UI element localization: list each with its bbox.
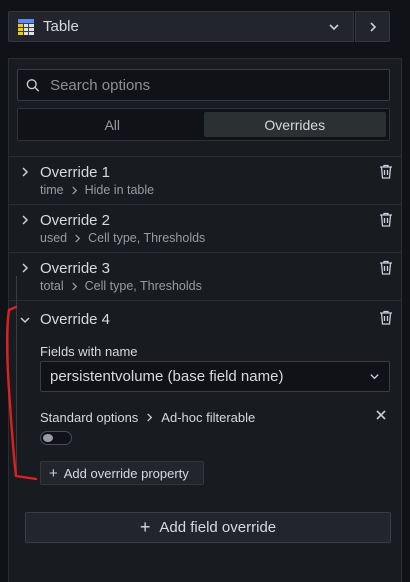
chevron-right-icon [369, 21, 376, 32]
override-property-label: Standard options Ad-hoc filterable [40, 410, 255, 425]
override-properties: Hide in table [84, 183, 155, 197]
visualization-label: Table [43, 18, 79, 35]
field-name-select[interactable]: persistentvolume (base field name) [40, 361, 390, 392]
override-title: Override 3 [40, 260, 111, 277]
add-override-property-button[interactable]: + Add override property [40, 461, 204, 485]
override-properties: Cell type, Thresholds [84, 279, 202, 293]
override-1-header[interactable]: Override 1 time Hide in table [9, 157, 401, 205]
search-options-field[interactable] [17, 69, 390, 101]
trash-icon[interactable] [379, 310, 393, 325]
override-3-header[interactable]: Override 3 total Cell type, Thresholds [9, 253, 401, 301]
chevron-right-icon [22, 167, 29, 177]
add-field-override-button[interactable]: + Add field override [25, 512, 391, 543]
trash-icon[interactable] [379, 212, 393, 227]
property-name: Ad-hoc filterable [161, 410, 256, 425]
override-field: used [40, 231, 68, 245]
options-tabs: All Overrides [17, 108, 390, 141]
override-summary: used Cell type, Thresholds [40, 231, 205, 245]
field-name-value: persistentvolume (base field name) [50, 368, 284, 385]
chevron-down-icon [370, 374, 379, 380]
left-edge-divider [16, 276, 17, 474]
add-field-override-label: Add field override [159, 519, 277, 536]
chevron-right-icon [22, 263, 29, 273]
visualization-picker[interactable]: Table [8, 11, 354, 42]
chevron-right-icon [71, 281, 77, 291]
plus-icon: + [49, 464, 58, 482]
override-title: Override 4 [40, 311, 111, 328]
override-2-header[interactable]: Override 2 used Cell type, Thresholds [9, 205, 401, 253]
chevron-right-icon [22, 215, 29, 225]
chevron-down-icon [329, 23, 339, 30]
override-4-header[interactable]: Override 4 [9, 301, 401, 349]
override-properties: Cell type, Thresholds [88, 231, 206, 245]
trash-icon[interactable] [379, 164, 393, 179]
collapse-options-button[interactable] [355, 11, 390, 42]
close-icon[interactable] [375, 409, 387, 421]
adhoc-filterable-toggle[interactable] [40, 431, 72, 445]
search-icon [26, 78, 40, 92]
tab-all[interactable]: All [21, 112, 204, 137]
override-field: time [40, 183, 64, 197]
chevron-right-icon [75, 233, 81, 243]
override-title: Override 2 [40, 212, 111, 229]
override-summary: time Hide in table [40, 183, 154, 197]
chevron-right-icon [147, 413, 153, 422]
override-field: total [40, 279, 64, 293]
options-pane: All Overrides Override 1 time Hide in ta… [8, 58, 402, 582]
override-title: Override 1 [40, 164, 111, 181]
search-options-input[interactable] [48, 75, 381, 95]
trash-icon[interactable] [379, 260, 393, 275]
override-3-section: Override 3 total Cell type, Thresholds [9, 252, 401, 301]
plus-icon: + [139, 517, 151, 537]
table-icon [18, 18, 34, 35]
override-summary: total Cell type, Thresholds [40, 279, 202, 293]
override-2-section: Override 2 used Cell type, Thresholds [9, 204, 401, 253]
tab-overrides[interactable]: Overrides [203, 112, 386, 137]
property-category: Standard options [40, 410, 139, 425]
override-4-section: Override 4 Fields with name persistentvo… [9, 300, 401, 500]
matcher-label: Fields with name [40, 344, 138, 359]
toggle-knob [43, 434, 53, 442]
chevron-right-icon [71, 185, 77, 195]
override-1-section: Override 1 time Hide in table [9, 156, 401, 205]
add-override-property-label: Add override property [63, 465, 189, 481]
chevron-down-icon [20, 317, 30, 324]
